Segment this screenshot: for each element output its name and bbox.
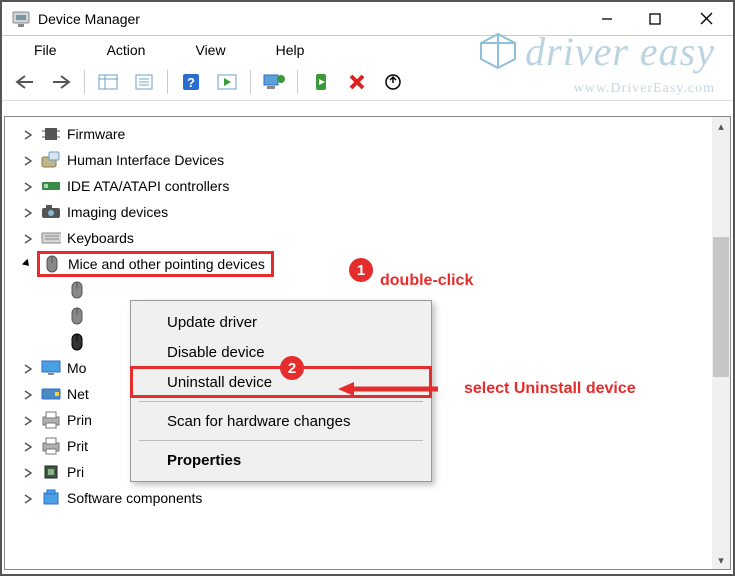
- expand-caret-icon[interactable]: [23, 153, 35, 165]
- menu-separator: [139, 440, 423, 441]
- annotation-badge-1: 1: [349, 258, 373, 282]
- scroll-up-button[interactable]: ▴: [712, 117, 730, 135]
- annotation-text-1: double-click: [380, 272, 473, 290]
- tree-item-label: Prin: [67, 412, 92, 428]
- forward-button[interactable]: [44, 68, 78, 96]
- back-button[interactable]: [8, 68, 42, 96]
- vertical-scrollbar[interactable]: ▴ ▾: [712, 117, 730, 569]
- menu-scan-hardware[interactable]: Scan for hardware changes: [131, 406, 431, 436]
- expand-caret-icon[interactable]: [23, 413, 35, 425]
- expand-caret-icon[interactable]: [23, 465, 35, 477]
- uninstall-device-button[interactable]: [340, 68, 374, 96]
- tree-item-label: Mo: [67, 360, 86, 376]
- toolbar: ?: [2, 66, 733, 101]
- monitor-icon: [41, 358, 61, 378]
- scan-hardware-button[interactable]: [210, 68, 244, 96]
- tree-item-label: Human Interface Devices: [67, 152, 224, 168]
- tree-item-label: Prit: [67, 438, 88, 454]
- menubar: File Action View Help: [2, 36, 733, 66]
- menu-update-driver[interactable]: Update driver: [131, 307, 431, 337]
- tree-item-imaging[interactable]: Imaging devices: [9, 199, 712, 225]
- annotation-badge-2: 2: [280, 356, 304, 380]
- tree-item-label: Software components: [67, 490, 202, 506]
- maximize-button[interactable]: [631, 2, 679, 36]
- svg-text:?: ?: [187, 75, 195, 90]
- scroll-down-button[interactable]: ▾: [712, 551, 730, 569]
- tree-item-software-components[interactable]: Software components: [9, 485, 712, 511]
- tree-item-label: Imaging devices: [67, 204, 168, 220]
- annotation-text-2: select Uninstall device: [464, 380, 636, 398]
- expand-caret-icon[interactable]: [23, 439, 35, 451]
- mouse-icon: [67, 332, 87, 352]
- expand-caret-icon[interactable]: [23, 387, 35, 399]
- window-title: Device Manager: [38, 11, 140, 27]
- disable-device-button[interactable]: [376, 68, 410, 96]
- tree-item-hid[interactable]: Human Interface Devices: [9, 147, 712, 173]
- chip-icon: [41, 124, 61, 144]
- titlebar: Device Manager: [2, 2, 733, 36]
- tree-item-label: Keyboards: [67, 230, 134, 246]
- minimize-button[interactable]: [583, 2, 631, 36]
- network-icon: [41, 384, 61, 404]
- mouse-icon: [67, 306, 87, 326]
- tree-item-ide[interactable]: IDE ATA/ATAPI controllers: [9, 173, 712, 199]
- tree-item-label: Mice and other pointing devices: [68, 256, 265, 272]
- app-icon: [12, 10, 30, 28]
- update-driver-button[interactable]: [257, 68, 291, 96]
- printer-icon: [41, 436, 61, 456]
- component-icon: [41, 488, 61, 508]
- tree-item-keyboards[interactable]: Keyboards: [9, 225, 712, 251]
- mouse-icon: [42, 254, 62, 274]
- menu-help[interactable]: Help: [252, 40, 329, 60]
- menu-separator: [139, 401, 423, 402]
- printer-icon: [41, 410, 61, 430]
- close-button[interactable]: [679, 2, 733, 36]
- collapse-caret-icon[interactable]: [21, 255, 38, 272]
- tree-item-label: Firmware: [67, 126, 125, 142]
- mouse-icon: [67, 280, 87, 300]
- expand-caret-icon[interactable]: [23, 361, 35, 373]
- scroll-thumb[interactable]: [713, 237, 729, 377]
- menu-action[interactable]: Action: [83, 40, 170, 60]
- annotation-arrow-icon: [338, 380, 438, 398]
- camera-icon: [41, 202, 61, 222]
- expand-caret-icon[interactable]: [23, 231, 35, 243]
- tree-item-label: Pri: [67, 464, 84, 480]
- properties-button[interactable]: [127, 68, 161, 96]
- hid-icon: [41, 150, 61, 170]
- menu-properties[interactable]: Properties: [131, 445, 431, 475]
- keyboard-icon: [41, 228, 61, 248]
- tree-item-label: IDE ATA/ATAPI controllers: [67, 178, 229, 194]
- menu-file[interactable]: File: [10, 40, 81, 60]
- menu-view[interactable]: View: [171, 40, 249, 60]
- tree-item-label: Net: [67, 386, 89, 402]
- expand-caret-icon[interactable]: [23, 205, 35, 217]
- tree-item-firmware[interactable]: Firmware: [9, 121, 712, 147]
- show-hide-tree-button[interactable]: [91, 68, 125, 96]
- cpu-icon: [41, 462, 61, 482]
- expand-caret-icon[interactable]: [23, 179, 35, 191]
- expand-caret-icon[interactable]: [23, 491, 35, 503]
- expand-caret-icon[interactable]: [23, 127, 35, 139]
- ide-icon: [41, 176, 61, 196]
- help-button[interactable]: ?: [174, 68, 208, 96]
- enable-device-button[interactable]: [304, 68, 338, 96]
